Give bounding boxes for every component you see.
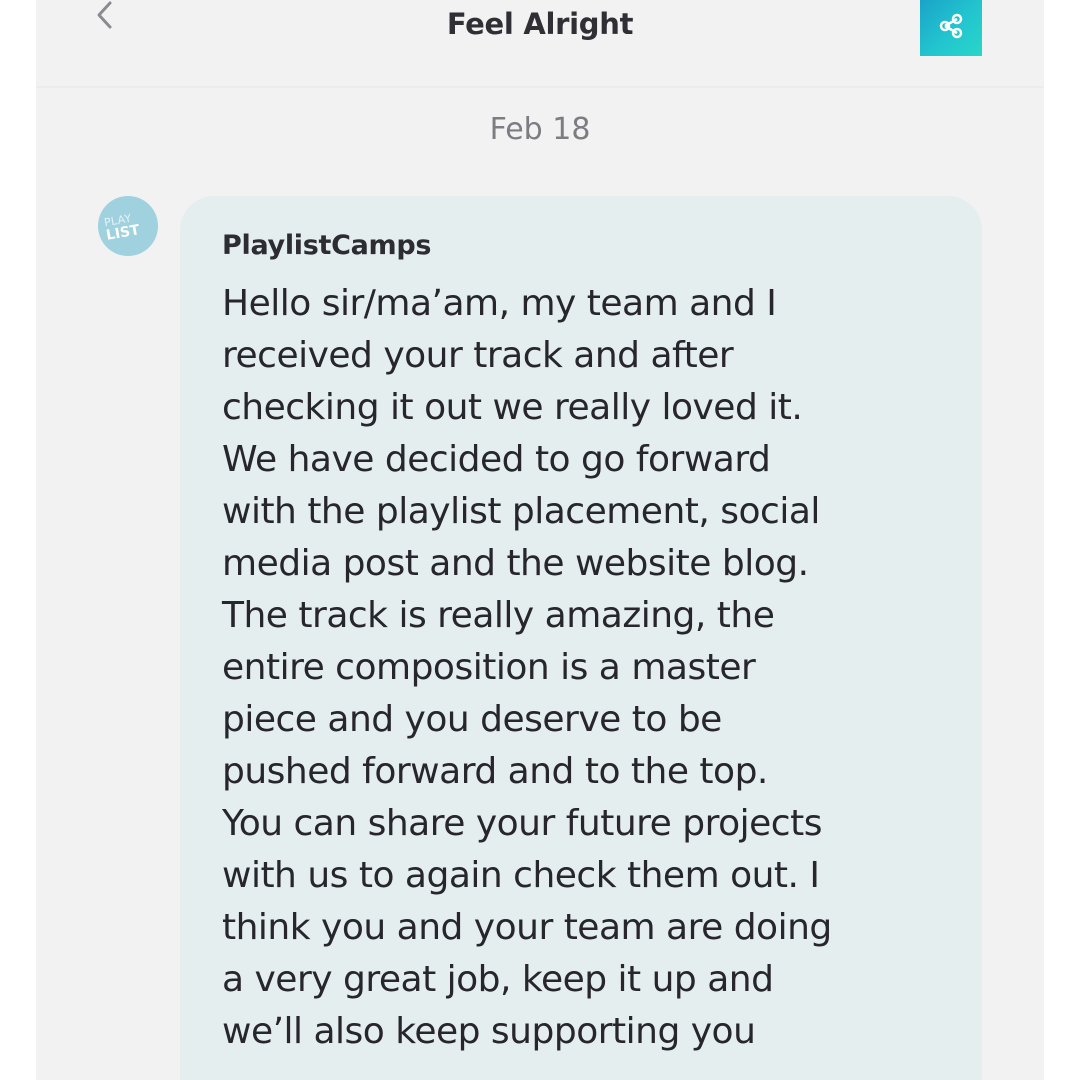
- message-text: Hello sir/ma’am, my team and I received …: [222, 283, 832, 1052]
- share-icon: [937, 12, 965, 44]
- share-button[interactable]: [920, 0, 982, 56]
- message-bubble[interactable]: PlaylistCamps Hello sir/ma’am, my team a…: [180, 196, 982, 1080]
- header-divider: [36, 86, 1044, 88]
- date-separator: Feb 18: [489, 112, 591, 147]
- top-bar: Feel Alright: [36, 0, 1044, 86]
- sender-name: PlaylistCamps: [222, 230, 432, 261]
- chat-screen: Feel Alright Feb 18 PLAY LIST PlaylistCa…: [36, 0, 1044, 1080]
- avatar[interactable]: PLAY LIST: [98, 196, 158, 256]
- page-title: Feel Alright: [446, 7, 634, 41]
